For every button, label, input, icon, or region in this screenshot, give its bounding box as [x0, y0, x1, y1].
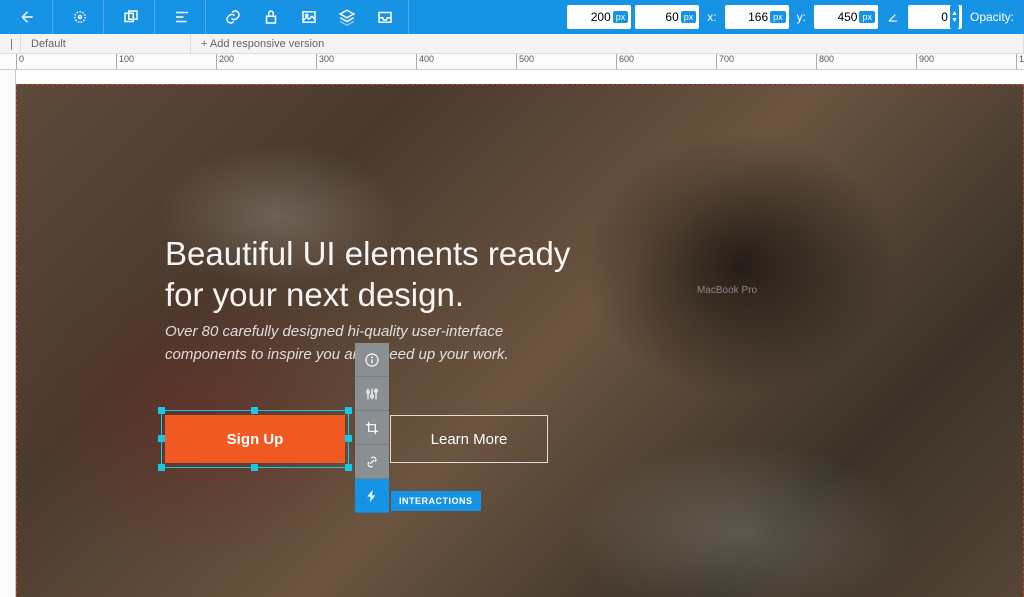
breakpoint-bar: | Default + Add responsive version [0, 34, 1024, 54]
interactions-label[interactable]: INTERACTIONS [391, 491, 481, 511]
ruler-vertical [0, 70, 16, 597]
height-input[interactable]: px [635, 5, 699, 29]
top-toolbar: px px x: px y: px ▲▼ Opacity: [0, 0, 1024, 34]
unlink-icon[interactable] [355, 445, 389, 479]
width-input[interactable]: px [567, 5, 631, 29]
layers-button[interactable] [330, 4, 364, 30]
px-unit: px [681, 11, 697, 23]
canvas[interactable]: Beautiful UI elements ready for your nex… [16, 70, 1024, 597]
rotation-input[interactable]: ▲▼ [908, 5, 962, 29]
hero-headline[interactable]: Beautiful UI elements ready for your nex… [165, 233, 570, 316]
crop-icon[interactable] [355, 411, 389, 445]
add-responsive-version[interactable]: + Add responsive version [191, 34, 1024, 53]
px-unit: px [770, 11, 786, 23]
ruler-horizontal: 01002003004005006007008009001000 [0, 54, 1024, 70]
angle-icon [886, 10, 900, 24]
px-unit: px [859, 11, 875, 23]
x-label: x: [707, 10, 716, 24]
undo-button[interactable] [12, 4, 46, 30]
x-input[interactable]: px [725, 5, 789, 29]
breakpoint-default[interactable]: Default [21, 34, 191, 53]
align-center-button[interactable] [63, 4, 97, 30]
hero-subtext[interactable]: Over 80 carefully designed hi-quality us… [165, 321, 509, 366]
copy-button[interactable] [114, 4, 148, 30]
opacity-label: Opacity: [970, 10, 1014, 24]
signup-button[interactable]: Sign Up [165, 415, 345, 463]
breakpoint-toggle[interactable]: | [0, 34, 21, 53]
learnmore-button[interactable]: Learn More [390, 415, 548, 463]
laptop-label: MacBook Pro [697, 285, 757, 296]
y-input[interactable]: px [814, 5, 878, 29]
element-panel: INTERACTIONS [355, 343, 389, 513]
image-button[interactable] [292, 4, 326, 30]
link-button[interactable] [216, 4, 250, 30]
inbox-button[interactable] [368, 4, 402, 30]
lock-button[interactable] [254, 4, 288, 30]
align-left-button[interactable] [165, 4, 199, 30]
info-icon[interactable] [355, 343, 389, 377]
px-unit: px [613, 11, 629, 23]
y-label: y: [797, 10, 806, 24]
interactions-icon[interactable]: INTERACTIONS [355, 479, 389, 513]
artboard-hero[interactable]: Beautiful UI elements ready for your nex… [16, 84, 1024, 597]
settings-icon[interactable] [355, 377, 389, 411]
rotation-stepper[interactable]: ▲▼ [950, 5, 959, 29]
